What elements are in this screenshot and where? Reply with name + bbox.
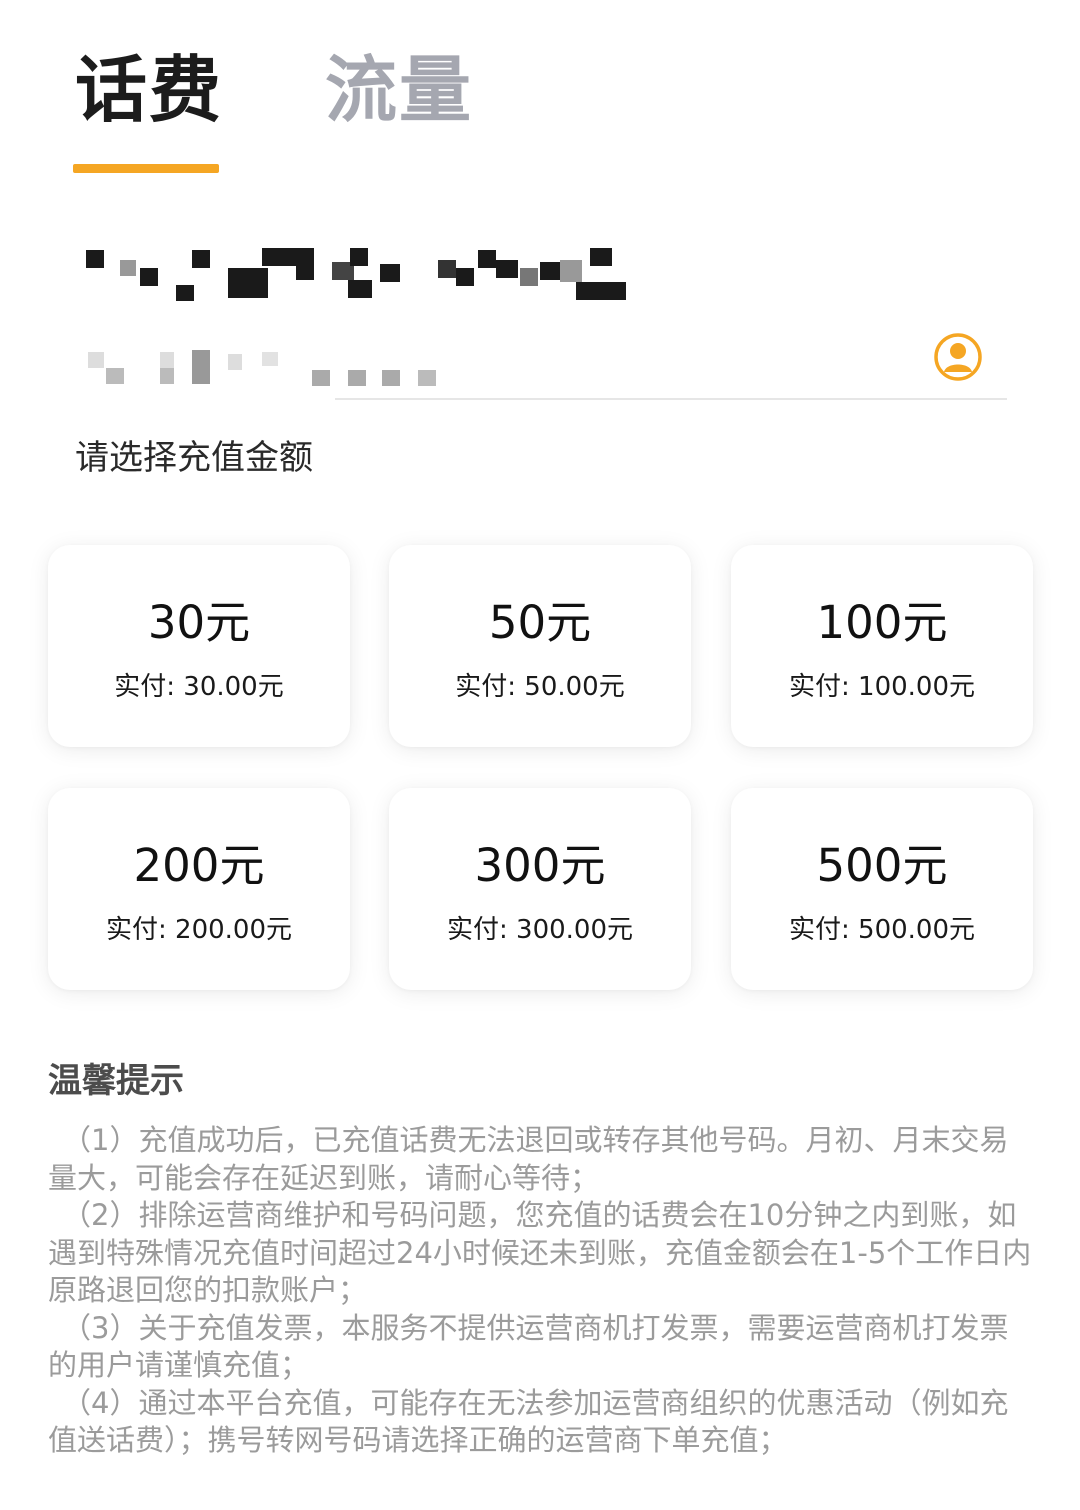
mosaic-block [106, 368, 124, 384]
paid-amount: 实付: 50.00元 [455, 672, 625, 702]
amount-option-30[interactable]: 30元 实付: 30.00元 [48, 545, 350, 747]
mosaic-block [520, 268, 538, 286]
recharge-page: 话费 流量 请选择充值金额 30元 实付: 30.00元 50元 实付: 50.… [0, 0, 1080, 1510]
mosaic-block [496, 260, 518, 278]
contact-icon[interactable] [933, 332, 983, 382]
amount-value: 500元 [816, 839, 948, 892]
active-tab-indicator [73, 164, 219, 173]
tip-item: （3）关于充值发票，本服务不提供运营商机打发票，需要运营商机打发票的用户请谨慎充… [48, 1310, 1009, 1383]
mosaic-block [348, 280, 372, 298]
mosaic-block [192, 250, 210, 268]
amount-option-200[interactable]: 200元 实付: 200.00元 [48, 788, 350, 990]
amount-value: 50元 [488, 596, 592, 649]
mosaic-block [160, 352, 174, 368]
amount-value: 100元 [816, 596, 948, 649]
amount-value: 300元 [474, 839, 606, 892]
mosaic-block [560, 260, 582, 282]
tab-data[interactable]: 流量 [325, 45, 473, 135]
paid-amount: 实付: 500.00元 [789, 915, 975, 945]
amount-option-500[interactable]: 500元 实付: 500.00元 [731, 788, 1033, 990]
mosaic-block [262, 352, 278, 366]
mosaic-block [478, 250, 496, 268]
mosaic-block [176, 285, 194, 301]
tip-item: （1）充值成功后，已充值话费无法退回或转存其他号码。月初、月末交易量大，可能会存… [48, 1123, 1009, 1195]
mosaic-block [86, 250, 104, 268]
mosaic-block [192, 350, 210, 384]
paid-amount: 实付: 30.00元 [114, 672, 284, 702]
mosaic-block [576, 282, 626, 300]
tips-body: （1）充值成功后，已充值话费无法退回或转存其他号码。月初、月末交易量大，可能会存… [48, 1122, 1033, 1460]
mosaic-block [228, 268, 268, 298]
mosaic-block [590, 248, 612, 266]
section-label: 请选择充值金额 [75, 438, 313, 478]
phone-input-underline [335, 398, 1007, 400]
tip-item: （2）排除运营商维护和号码问题，您充值的话费会在10分钟之内到账，如遇到特殊情况… [48, 1198, 1032, 1307]
amount-option-50[interactable]: 50元 实付: 50.00元 [389, 545, 691, 747]
amount-value: 200元 [133, 839, 265, 892]
mosaic-block [262, 248, 298, 266]
mosaic-block [418, 370, 436, 386]
mosaic-block [228, 354, 242, 370]
paid-amount: 实付: 200.00元 [106, 915, 292, 945]
paid-amount: 实付: 100.00元 [789, 672, 975, 702]
tip-item: （4）通过本平台充值，可能存在无法参加运营商组织的优惠活动（例如充值送话费）；携… [48, 1385, 1009, 1458]
paid-amount: 实付: 300.00元 [447, 915, 633, 945]
amount-option-300[interactable]: 300元 实付: 300.00元 [389, 788, 691, 990]
mosaic-block [380, 264, 400, 282]
mosaic-block [160, 368, 174, 384]
mosaic-block [296, 248, 314, 280]
mosaic-block [88, 352, 104, 368]
amount-value: 30元 [147, 596, 251, 649]
mosaic-block [348, 370, 366, 386]
mosaic-block [140, 268, 158, 286]
mosaic-block [438, 260, 456, 278]
mosaic-block [382, 370, 400, 386]
mosaic-block [120, 260, 136, 276]
mosaic-block [350, 248, 368, 266]
mosaic-block [312, 370, 330, 386]
tips-title: 温馨提示 [48, 1061, 184, 1101]
tab-phone-bill[interactable]: 话费 [75, 45, 223, 135]
amount-option-100[interactable]: 100元 实付: 100.00元 [731, 545, 1033, 747]
mosaic-block [540, 262, 560, 280]
mosaic-block [456, 268, 474, 286]
